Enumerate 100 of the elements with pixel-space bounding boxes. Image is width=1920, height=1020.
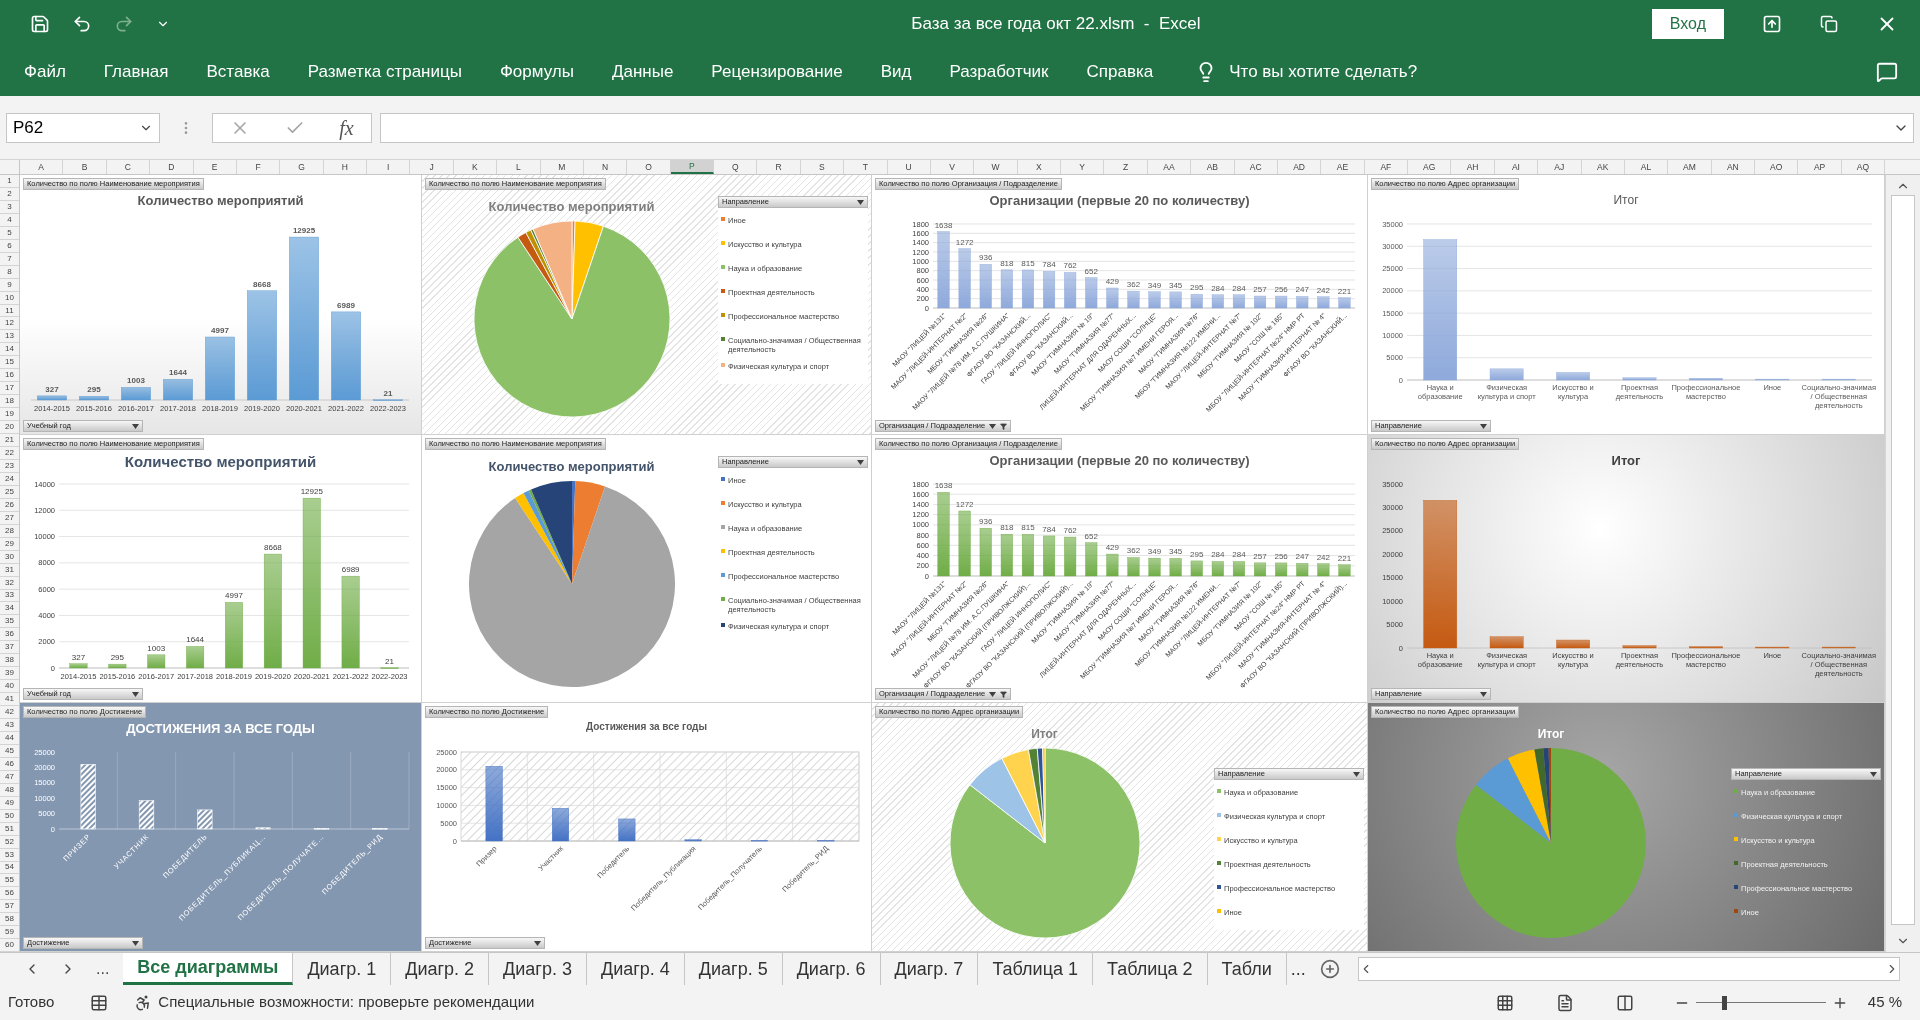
column-header[interactable]: L [497,160,541,174]
row-header[interactable]: 48 [0,783,19,797]
ribbon-tab[interactable]: Данные [611,59,674,85]
row-header[interactable]: 36 [0,628,19,642]
column-header[interactable]: I [367,160,411,174]
column-header[interactable]: X [1017,160,1061,174]
column-header[interactable]: AQ [1841,160,1886,174]
column-header[interactable]: W [974,160,1018,174]
row-header[interactable]: 11 [0,304,19,318]
row-header[interactable]: 10 [0,291,19,305]
ribbon-tab[interactable]: Разработчик [949,59,1049,85]
new-sheet-icon[interactable] [1319,959,1340,979]
column-header[interactable]: AO [1755,160,1799,174]
row-header[interactable]: 8 [0,265,19,279]
row-header[interactable]: 38 [0,654,19,668]
column-header[interactable]: AL [1624,160,1669,174]
row-header[interactable]: 7 [0,252,19,266]
table-icon[interactable] [90,993,109,1012]
row-header[interactable]: 52 [0,835,19,849]
column-header[interactable]: AM [1668,160,1712,174]
row-header[interactable]: 3 [0,200,19,214]
zoom-level[interactable]: 45 % [1867,991,1902,1014]
column-header[interactable]: G [280,160,324,174]
formula-field[interactable] [380,112,1914,143]
row-header[interactable]: 25 [0,485,19,499]
accessibility-status[interactable]: Специальные возможности: проверьте рекомендации [158,991,535,1014]
row-header[interactable]: 54 [0,861,19,875]
vertical-scrollbar[interactable] [1885,175,1920,952]
column-header[interactable]: AH [1451,160,1495,174]
row-header[interactable]: 5 [0,226,19,240]
page-break-icon[interactable] [1615,993,1634,1012]
normal-view-icon[interactable] [1495,993,1514,1012]
column-header[interactable]: R [757,160,801,174]
row-header[interactable]: 56 [0,887,19,901]
column-header[interactable]: AF [1364,160,1408,174]
row-header[interactable]: 32 [0,576,19,590]
ribbon-tab[interactable]: Рецензирование [711,59,843,85]
row-header[interactable]: 17 [0,382,19,396]
row-header[interactable]: 15 [0,356,19,370]
tell-me-field[interactable]: Что вы хотите сделать? [1229,59,1418,85]
ribbon-tab[interactable]: Вставка [206,59,270,85]
row-header[interactable]: 43 [0,719,19,732]
column-header[interactable]: AC [1234,160,1278,174]
row-header[interactable]: 2 [0,187,19,201]
column-header[interactable]: M [540,160,584,174]
restore-icon[interactable] [1820,15,1838,33]
save-icon[interactable] [30,14,50,34]
row-header[interactable]: 58 [0,913,19,927]
column-header[interactable]: AJ [1538,160,1582,174]
row-header[interactable]: 59 [0,926,19,940]
row-header[interactable]: 42 [0,706,19,720]
ribbon-tab[interactable]: Формулы [499,59,574,85]
column-header[interactable]: Q [714,160,758,174]
column-header[interactable]: AG [1408,160,1452,174]
column-header[interactable]: AB [1191,160,1235,174]
row-header[interactable]: 47 [0,770,19,784]
column-header[interactable]: AK [1581,160,1625,174]
column-header[interactable]: N [583,160,628,174]
ribbon-display-icon[interactable] [1762,14,1782,34]
ribbon-tab[interactable]: Вид [880,59,912,85]
sheet-tab[interactable]: Все диаграммы [123,953,294,985]
row-header[interactable]: 22 [0,447,19,460]
row-header[interactable]: 55 [0,874,19,888]
row-header[interactable]: 46 [0,757,19,771]
column-header[interactable]: AI [1494,160,1539,174]
row-header[interactable]: 21 [0,434,19,447]
page-layout-icon[interactable] [1555,993,1574,1012]
row-header[interactable]: 9 [0,278,19,292]
insert-function-button[interactable]: fx [339,112,354,143]
row-header[interactable]: 35 [0,615,19,629]
column-header[interactable]: O [627,160,671,174]
column-header[interactable]: AP [1798,160,1842,174]
column-header[interactable]: C [106,160,151,174]
column-header[interactable]: A [20,160,64,174]
column-header[interactable]: F [236,160,281,174]
row-header[interactable]: 6 [0,239,19,253]
ribbon-tab[interactable]: Файл [24,59,66,85]
row-header[interactable]: 51 [0,822,19,836]
column-header[interactable]: J [410,160,454,174]
scroll-thumb[interactable] [1891,195,1915,925]
more-sheets-button[interactable]: ... [1286,953,1310,985]
column-header[interactable]: AN [1711,160,1755,174]
row-header[interactable]: 39 [0,667,19,681]
ribbon-tab[interactable]: Разметка страницы [307,59,462,85]
row-header[interactable]: 50 [0,809,19,823]
row-header[interactable]: 29 [0,537,19,551]
row-header[interactable]: 26 [0,498,19,512]
column-header[interactable]: K [453,160,498,174]
row-header[interactable]: 34 [0,602,19,616]
row-header[interactable]: 14 [0,343,19,357]
column-header[interactable]: H [323,160,367,174]
row-header[interactable]: 44 [0,732,19,745]
sign-in-button[interactable]: Вход [1651,9,1724,39]
ribbon-tab[interactable]: Главная [103,59,169,85]
column-header[interactable]: S [800,160,845,174]
row-header[interactable]: 45 [0,744,19,758]
row-header[interactable]: 49 [0,796,19,810]
row-header[interactable]: 40 [0,680,19,694]
column-header[interactable]: U [887,160,931,174]
undo-icon[interactable] [72,14,92,34]
